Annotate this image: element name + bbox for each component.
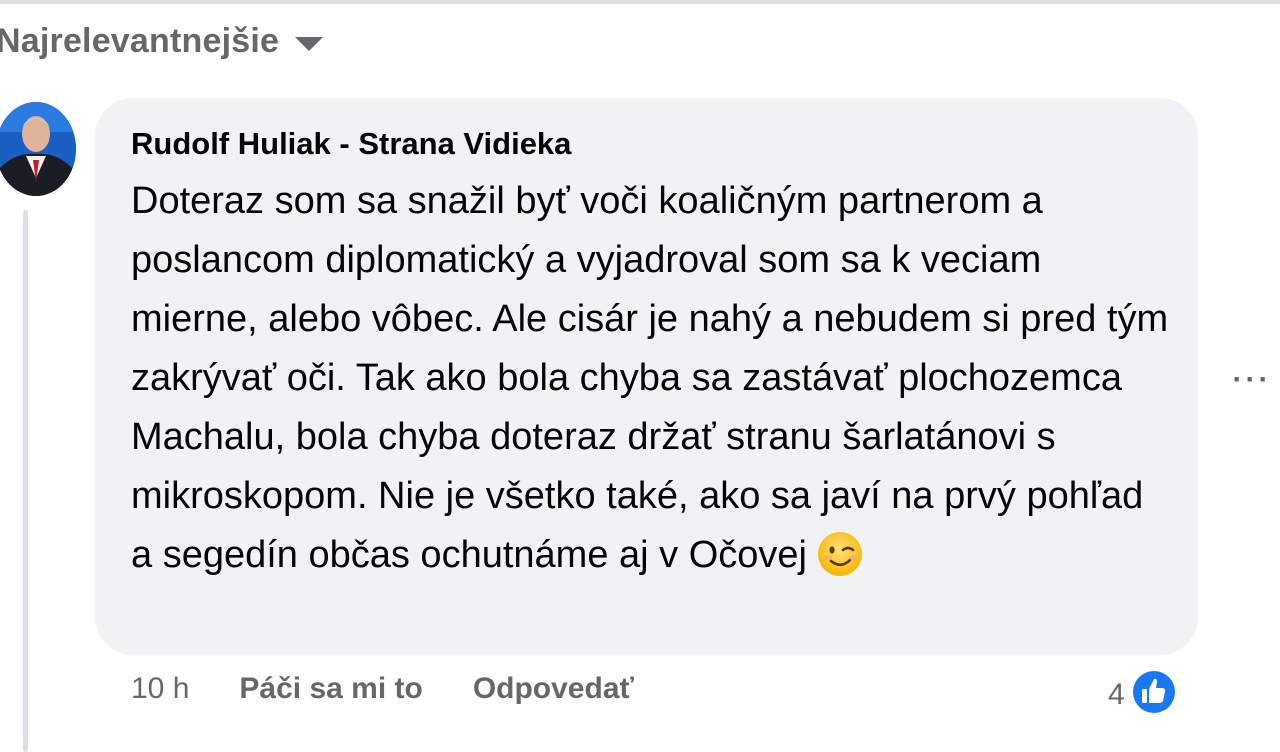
comment-text: Doteraz som sa snažil byť voči koaličným… xyxy=(131,180,1169,576)
comment-body: Doteraz som sa snažil byť voči koaličným… xyxy=(131,172,1171,585)
sort-label: Najrelevantnejšie xyxy=(0,22,280,60)
top-divider xyxy=(0,0,1280,4)
sort-dropdown[interactable]: Najrelevantnejšie xyxy=(0,22,324,61)
caret-down-icon xyxy=(295,36,324,51)
reaction-count: 4 xyxy=(1108,677,1125,711)
more-options-icon: ··· xyxy=(1232,363,1272,396)
like-thumb-icon xyxy=(1129,667,1179,722)
comment-timestamp[interactable]: 10 h xyxy=(131,672,189,706)
winking-face-emoji-icon xyxy=(817,531,863,577)
like-button[interactable]: Páči sa mi to xyxy=(239,672,422,706)
avatar-portrait-icon xyxy=(0,102,76,196)
thread-line xyxy=(23,210,28,752)
comment-author[interactable]: Rudolf Huliak - Strana Vidieka xyxy=(131,124,1162,164)
reply-button[interactable]: Odpovedať xyxy=(473,672,634,706)
reaction-summary[interactable]: 4 xyxy=(1108,667,1179,722)
comment-bubble: Rudolf Huliak - Strana Vidieka Doteraz s… xyxy=(95,98,1198,655)
avatar[interactable] xyxy=(0,102,76,196)
more-options-button[interactable]: ··· xyxy=(1228,360,1276,400)
comment-actions: 10 h Páči sa mi to Odpovedať xyxy=(131,672,634,706)
